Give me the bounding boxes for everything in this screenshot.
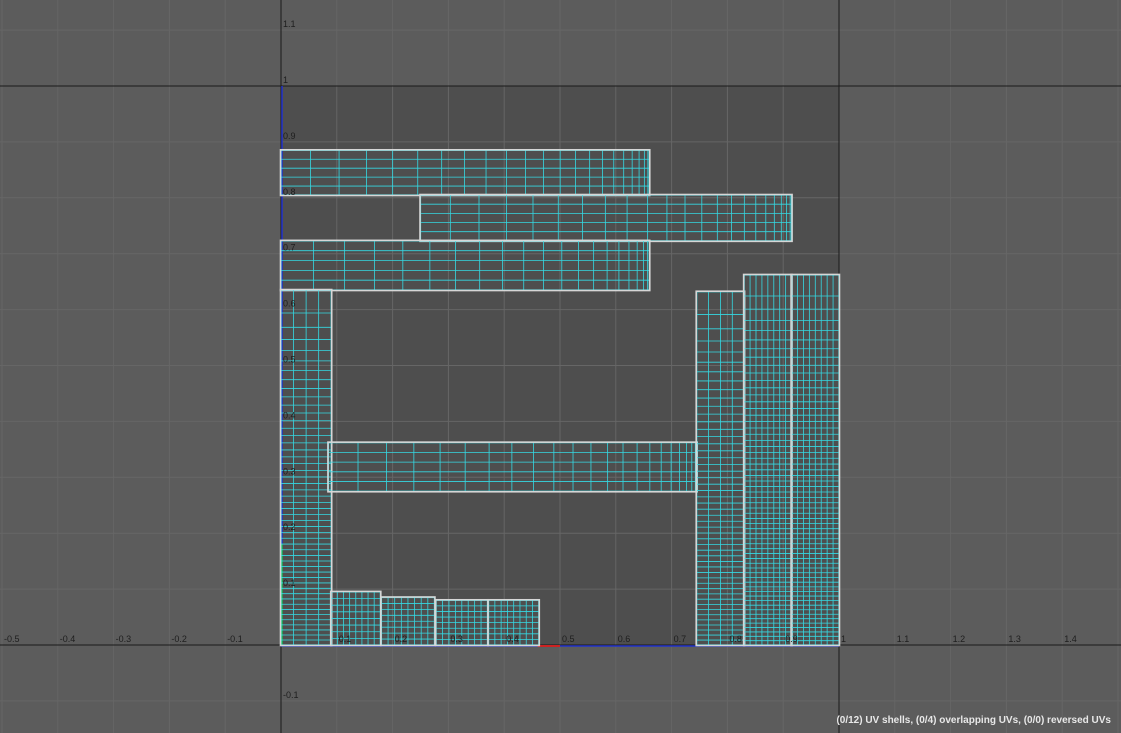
v-tick-label: 0.1 [283, 578, 296, 588]
u-tick-label: 0.6 [618, 634, 631, 644]
u-tick-label: 0.9 [785, 634, 798, 644]
u-tick-label: -0.4 [60, 634, 76, 644]
u-tick-label: 1.4 [1064, 634, 1077, 644]
u-tick-label: 0.4 [506, 634, 519, 644]
u-tick-label: 0.5 [562, 634, 575, 644]
u-tick-label: -0.5 [4, 634, 20, 644]
u-tick-label: 0.1 [339, 634, 352, 644]
v-tick-label: 0.7 [283, 243, 296, 253]
v-tick-label: 1 [283, 75, 288, 85]
u-tick-label: 0.3 [450, 634, 463, 644]
v-tick-label: -0.1 [283, 690, 299, 700]
u-tick-label: 1.1 [897, 634, 910, 644]
v-tick-label: 0.4 [283, 410, 296, 420]
uv-editor-viewport[interactable]: -0.5 -0.4 -0.3 -0.2 -0.1 0.1 0.2 0.3 0.4 0.5 0.6 0.… [0, 0, 1121, 733]
u-tick-label: 0.7 [674, 634, 687, 644]
u-tick-label: -0.3 [116, 634, 132, 644]
uv-grid-canvas[interactable]: -0.5 -0.4 -0.3 -0.2 -0.1 0.1 0.2 0.3 0.4 0.5 0.6 0.… [0, 0, 1121, 733]
uv-status-readout: (0/12) UV shells, (0/4) overlapping UVs,… [836, 715, 1111, 726]
v-tick-label: 0.5 [283, 355, 296, 365]
v-tick-label: 1.1 [283, 19, 296, 29]
u-tick-label: -0.1 [227, 634, 243, 644]
u-tick-label: 0.2 [395, 634, 408, 644]
v-tick-label: 0.8 [283, 187, 296, 197]
v-tick-label: 0.9 [283, 131, 296, 141]
v-tick-label: 0.6 [283, 299, 296, 309]
v-tick-label: 0.3 [283, 466, 296, 476]
u-tick-label: 0.8 [729, 634, 742, 644]
u-tick-label: 1.2 [953, 634, 966, 644]
u-tick-label: 1.3 [1008, 634, 1021, 644]
v-tick-label: 0.2 [283, 522, 296, 532]
u-tick-label: 1 [841, 634, 846, 644]
u-tick-label: -0.2 [171, 634, 187, 644]
